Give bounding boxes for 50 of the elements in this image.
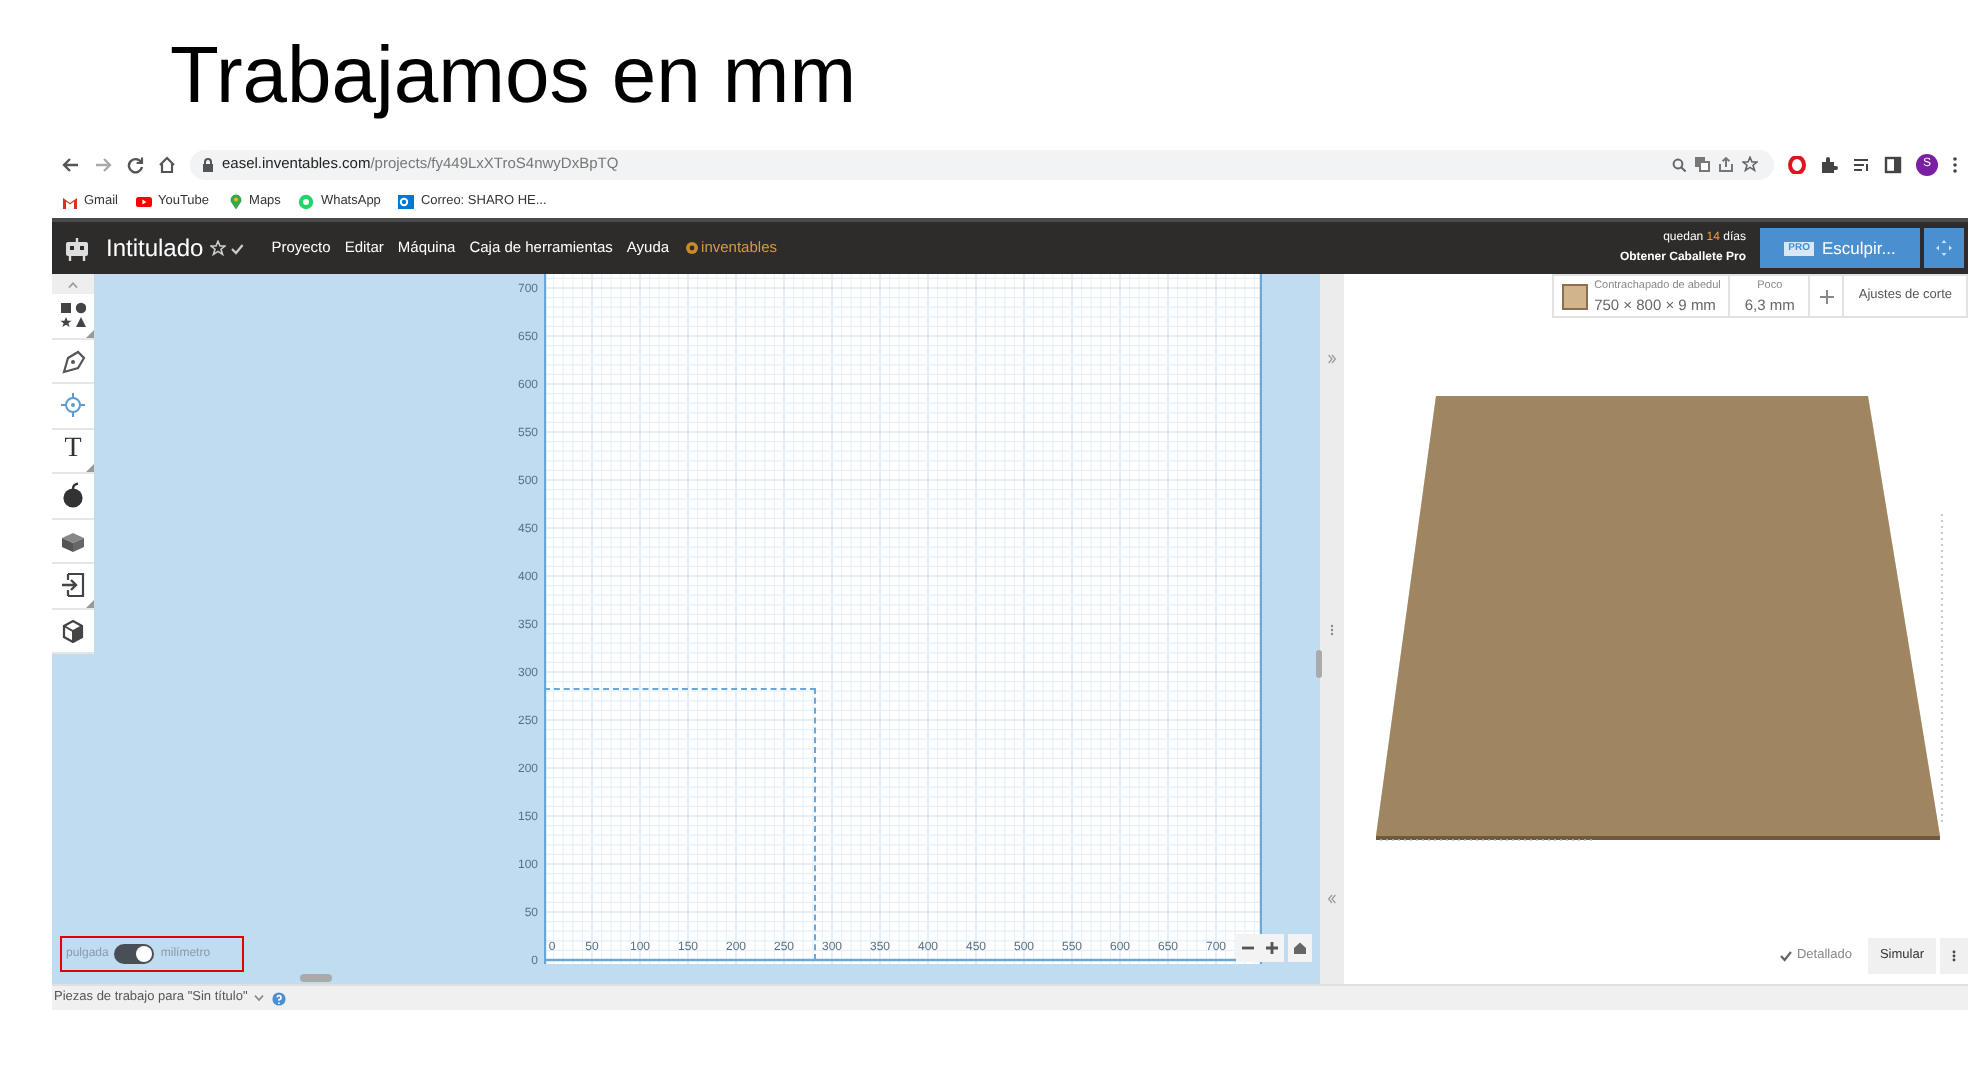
- pen-tool-icon: [60, 347, 86, 374]
- plus-icon[interactable]: [1266, 942, 1278, 954]
- slide-title: Trabajamos en mm: [170, 30, 857, 124]
- lock-icon: [202, 157, 214, 171]
- check-icon: [229, 241, 244, 255]
- submenu-corner-icon: [86, 464, 94, 472]
- caret-up-icon: [68, 281, 78, 287]
- cube-icon: [60, 617, 86, 644]
- apple-icon: [60, 482, 86, 509]
- material-swatch: [1562, 283, 1589, 309]
- search-icon: [1672, 157, 1686, 171]
- share-icon: [1718, 156, 1734, 172]
- zoom-control[interactable]: [1236, 934, 1284, 962]
- unit-switch[interactable]: [114, 944, 155, 964]
- house-icon: [1294, 942, 1306, 954]
- import-icon: [60, 572, 86, 599]
- star-outline-icon[interactable]: [209, 240, 226, 256]
- kebab-menu-icon[interactable]: [1952, 155, 1958, 173]
- project-title[interactable]: Intitulado: [106, 230, 204, 266]
- translate-icon: [1694, 156, 1710, 172]
- plus-icon: [1819, 289, 1834, 303]
- submenu-corner-icon: [86, 329, 94, 337]
- robot-logo-icon[interactable]: [64, 235, 90, 261]
- star-icon: [1742, 156, 1758, 172]
- expand-arrows-icon: [1934, 238, 1954, 258]
- submenu-corner-icon: [86, 599, 94, 607]
- back-arrow-icon[interactable]: [62, 155, 80, 173]
- minus-icon[interactable]: [1242, 942, 1254, 954]
- reload-icon[interactable]: [126, 155, 144, 173]
- home-icon[interactable]: [158, 155, 176, 173]
- mail-app-icon: [398, 193, 415, 209]
- gear-logo-icon: [683, 240, 700, 256]
- play-icon: [135, 193, 152, 209]
- box-icon: [60, 527, 86, 554]
- home-view-button[interactable]: [1288, 934, 1312, 962]
- tool-button[interactable]: T: [52, 429, 94, 474]
- help-icon[interactable]: [271, 991, 286, 1005]
- puzzle-icon[interactable]: [1820, 155, 1838, 173]
- opera-icon[interactable]: [1788, 155, 1806, 173]
- side-panel-icon[interactable]: [1884, 155, 1902, 173]
- chevron-down-icon: [253, 994, 264, 1002]
- scrollbar-thumb[interactable]: [1316, 650, 1322, 678]
- shapes-icon: [60, 302, 86, 329]
- chat-bubble-icon: [298, 193, 315, 209]
- playlist-icon[interactable]: [1852, 155, 1870, 173]
- scrollbar-thumb[interactable]: [300, 974, 332, 982]
- crosshair-icon: [60, 392, 86, 419]
- drag-handle-icon[interactable]: [1330, 623, 1334, 635]
- gmail-icon: [62, 193, 78, 209]
- map-pin-icon: [227, 193, 244, 209]
